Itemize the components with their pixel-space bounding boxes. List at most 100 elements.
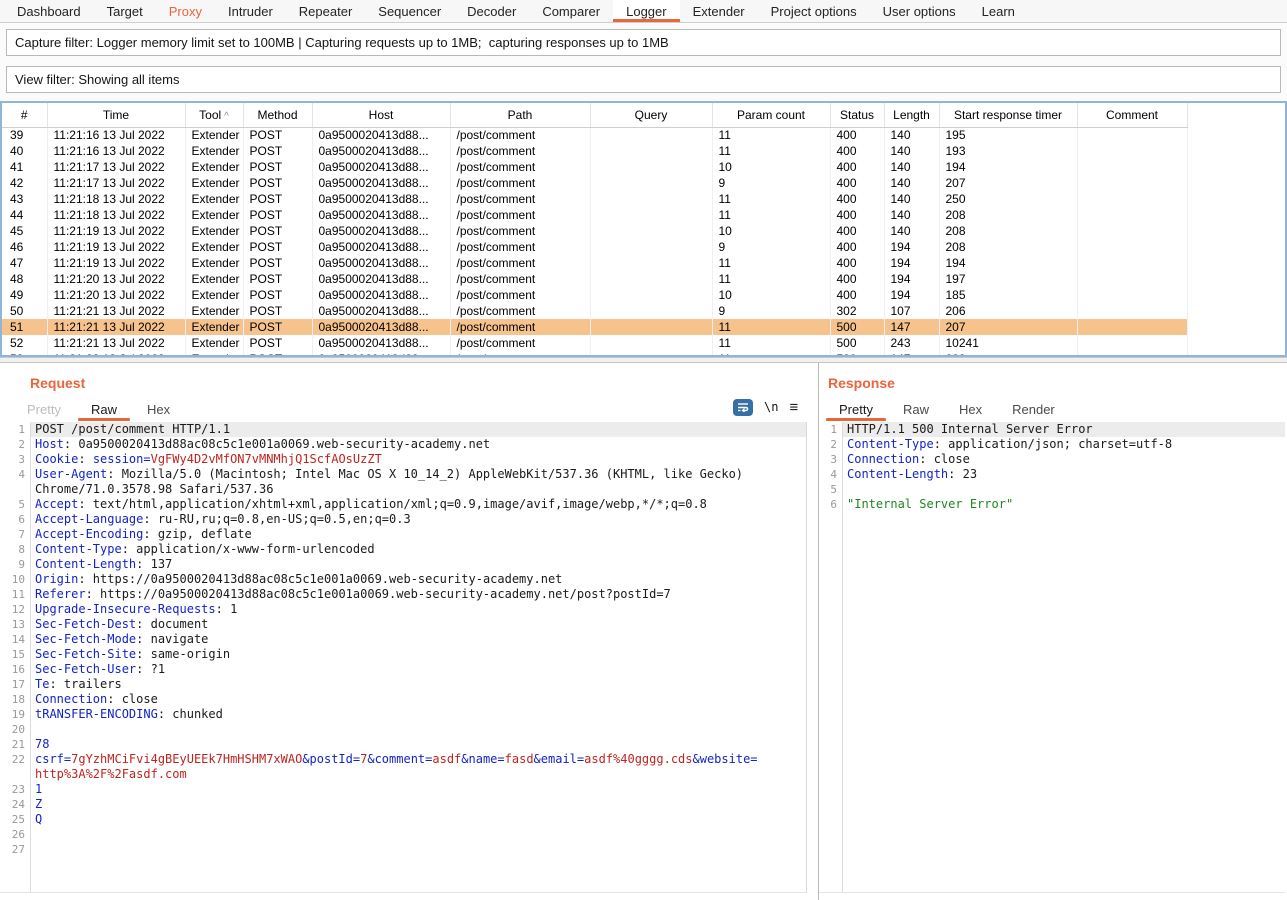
- capture-filter-bar[interactable]: Capture filter: Logger memory limit set …: [6, 29, 1281, 56]
- response-editor[interactable]: 1HTTP/1.1 500 Internal Server Error2Cont…: [819, 422, 1285, 893]
- column-header-time[interactable]: Time: [47, 103, 185, 127]
- cell-length: 140: [884, 191, 939, 207]
- column-header-comment[interactable]: Comment: [1077, 103, 1187, 127]
- column-header-status[interactable]: Status: [830, 103, 884, 127]
- cell-start-response-timer: 185: [939, 287, 1077, 303]
- cell-query: [590, 175, 712, 191]
- cell-param-count: 9: [712, 175, 830, 191]
- column-header-tool[interactable]: Tool^: [185, 103, 243, 127]
- cell-param-count: 9: [712, 303, 830, 319]
- show-newlines-icon[interactable]: \n: [764, 400, 778, 414]
- log-row-48[interactable]: 4811:21:20 13 Jul 2022ExtenderPOST0a9500…: [2, 271, 1187, 287]
- column-header-path[interactable]: Path: [450, 103, 590, 127]
- log-row-51[interactable]: 5111:21:21 13 Jul 2022ExtenderPOST0a9500…: [2, 319, 1187, 335]
- line-content: Cookie: session=VgFWy4D2vMfON7vMNMhjQ1Sc…: [30, 452, 806, 467]
- logger-table-panel: #TimeTool^MethodHostPathQueryParam count…: [0, 101, 1287, 357]
- cell-time: 11:21:16 13 Jul 2022: [47, 127, 185, 143]
- log-row-46[interactable]: 4611:21:19 13 Jul 2022ExtenderPOST0a9500…: [2, 239, 1187, 255]
- line-content: Chrome/71.0.3578.98 Safari/537.36: [30, 482, 806, 497]
- request-line-12: 12Upgrade-Insecure-Requests: 1: [0, 602, 806, 617]
- request-line-7: 7Accept-Encoding: gzip, deflate: [0, 527, 806, 542]
- cell-method: POST: [243, 175, 312, 191]
- main-tab-project-options[interactable]: Project options: [758, 0, 870, 22]
- log-row-39[interactable]: 3911:21:16 13 Jul 2022ExtenderPOST0a9500…: [2, 127, 1187, 143]
- request-editor-icons: \n ≡: [733, 397, 798, 417]
- cell-param-count: 10: [712, 287, 830, 303]
- main-tab-comparer[interactable]: Comparer: [529, 0, 613, 22]
- log-table: #TimeTool^MethodHostPathQueryParam count…: [2, 103, 1187, 357]
- request-tab-bar: PrettyRawHex: [12, 397, 185, 421]
- cell-path: /post/comment: [450, 207, 590, 223]
- response-tab-pretty[interactable]: Pretty: [824, 397, 888, 421]
- word-wrap-toggle-icon[interactable]: [733, 399, 753, 416]
- cell-num: 45: [2, 223, 47, 239]
- main-tab-user-options[interactable]: User options: [870, 0, 969, 22]
- line-content: Z: [30, 797, 806, 812]
- column-header-start-response-timer[interactable]: Start response timer: [939, 103, 1077, 127]
- line-number: 9: [0, 557, 30, 572]
- line-content: Upgrade-Insecure-Requests: 1: [30, 602, 806, 617]
- view-filter-bar[interactable]: View filter: Showing all items: [6, 66, 1281, 93]
- column-header-param-count[interactable]: Param count: [712, 103, 830, 127]
- cell-comment: [1077, 319, 1187, 335]
- cell-host: 0a9500020413d88...: [312, 335, 450, 351]
- column-header-length[interactable]: Length: [884, 103, 939, 127]
- response-tab-raw[interactable]: Raw: [888, 397, 944, 421]
- main-tab-target[interactable]: Target: [94, 0, 156, 22]
- response-tab-bar: PrettyRawHexRender: [824, 397, 1070, 421]
- editor-menu-icon[interactable]: ≡: [789, 400, 798, 415]
- log-row-50[interactable]: 5011:21:21 13 Jul 2022ExtenderPOST0a9500…: [2, 303, 1187, 319]
- request-tab-hex[interactable]: Hex: [132, 397, 185, 421]
- log-row-44[interactable]: 4411:21:18 13 Jul 2022ExtenderPOST0a9500…: [2, 207, 1187, 223]
- cell-host: 0a9500020413d88...: [312, 143, 450, 159]
- log-row-43[interactable]: 4311:21:18 13 Jul 2022ExtenderPOST0a9500…: [2, 191, 1187, 207]
- log-row-40[interactable]: 4011:21:16 13 Jul 2022ExtenderPOST0a9500…: [2, 143, 1187, 159]
- line-number: 23: [0, 782, 30, 797]
- log-row-42[interactable]: 4211:21:17 13 Jul 2022ExtenderPOST0a9500…: [2, 175, 1187, 191]
- main-tab-repeater[interactable]: Repeater: [286, 0, 365, 22]
- log-row-49[interactable]: 4911:21:20 13 Jul 2022ExtenderPOST0a9500…: [2, 287, 1187, 303]
- cell-host: 0a9500020413d88...: [312, 207, 450, 223]
- cell-host: 0a9500020413d88...: [312, 287, 450, 303]
- request-tab-raw[interactable]: Raw: [76, 397, 132, 421]
- request-line-4: 4User-Agent: Mozilla/5.0 (Macintosh; Int…: [0, 467, 806, 482]
- request-title: Request: [30, 375, 85, 391]
- request-editor[interactable]: 1POST /post/comment HTTP/1.12Host: 0a950…: [0, 422, 807, 893]
- cell-status: 400: [830, 223, 884, 239]
- main-tab-learn[interactable]: Learn: [969, 0, 1028, 22]
- column-header-host[interactable]: Host: [312, 103, 450, 127]
- line-number: 14: [0, 632, 30, 647]
- cell-path: /post/comment: [450, 255, 590, 271]
- response-tab-hex[interactable]: Hex: [944, 397, 997, 421]
- column-header-method[interactable]: Method: [243, 103, 312, 127]
- cell-method: POST: [243, 319, 312, 335]
- log-row-41[interactable]: 4111:21:17 13 Jul 2022ExtenderPOST0a9500…: [2, 159, 1187, 175]
- main-tab-dashboard[interactable]: Dashboard: [4, 0, 94, 22]
- log-row-47[interactable]: 4711:21:19 13 Jul 2022ExtenderPOST0a9500…: [2, 255, 1187, 271]
- line-number: 24: [0, 797, 30, 812]
- request-line-18: 18Connection: close: [0, 692, 806, 707]
- log-row-45[interactable]: 4511:21:19 13 Jul 2022ExtenderPOST0a9500…: [2, 223, 1187, 239]
- log-row-52[interactable]: 5211:21:21 13 Jul 2022ExtenderPOST0a9500…: [2, 335, 1187, 351]
- main-tab-proxy[interactable]: Proxy: [156, 0, 215, 22]
- response-tab-render[interactable]: Render: [997, 397, 1070, 421]
- main-tab-logger[interactable]: Logger: [613, 0, 679, 22]
- main-tab-decoder[interactable]: Decoder: [454, 0, 529, 22]
- main-tab-sequencer[interactable]: Sequencer: [365, 0, 454, 22]
- cell-length: 140: [884, 143, 939, 159]
- cell-query: [590, 223, 712, 239]
- cell-num: 49: [2, 287, 47, 303]
- cell-comment: [1077, 159, 1187, 175]
- main-tab-intruder[interactable]: Intruder: [215, 0, 286, 22]
- cell-num: 43: [2, 191, 47, 207]
- cell-param-count: 11: [712, 207, 830, 223]
- cell-num: 42: [2, 175, 47, 191]
- main-tab-extender[interactable]: Extender: [680, 0, 758, 22]
- column-header-query[interactable]: Query: [590, 103, 712, 127]
- line-number: 10: [0, 572, 30, 587]
- line-content: User-Agent: Mozilla/5.0 (Macintosh; Inte…: [30, 467, 806, 482]
- column-header-[interactable]: #: [2, 103, 47, 127]
- request-tab-pretty[interactable]: Pretty: [12, 397, 76, 421]
- cell-host: 0a9500020413d88...: [312, 239, 450, 255]
- cell-length: 194: [884, 239, 939, 255]
